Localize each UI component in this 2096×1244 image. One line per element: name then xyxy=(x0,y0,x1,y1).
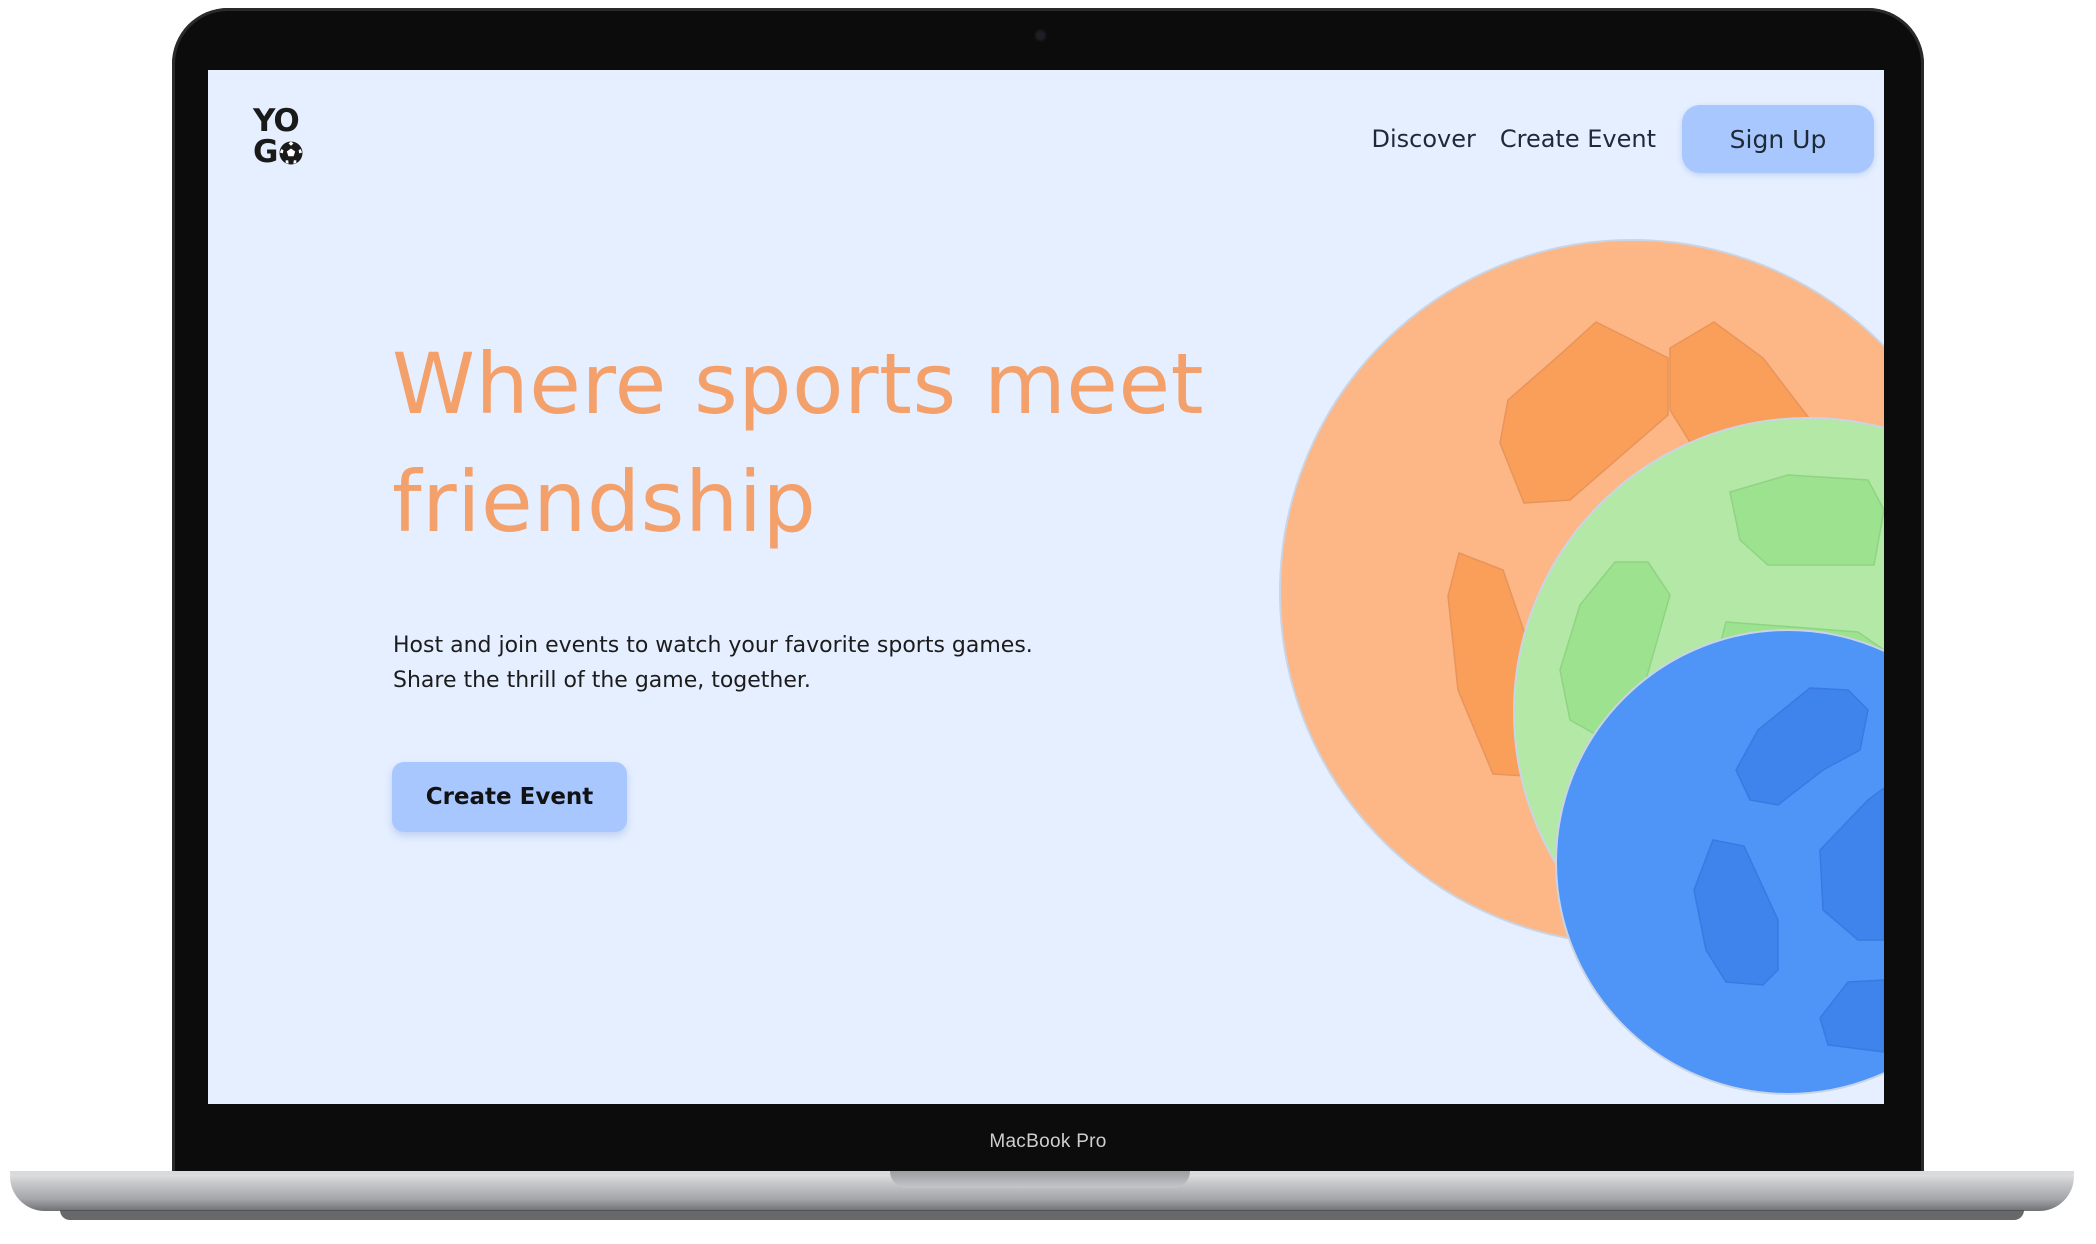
device-model-label: MacBook Pro xyxy=(989,1131,1107,1152)
website-screen: YO G Discover Create Event Sign Up Where… xyxy=(208,70,1884,1104)
laptop-mockup: YO G Discover Create Event Sign Up Where… xyxy=(0,0,2096,1244)
soccer-balls-illustration xyxy=(1279,239,1884,1095)
webcam xyxy=(1036,31,1045,40)
laptop-hinge-notch xyxy=(890,1171,1190,1188)
laptop-base-shadow xyxy=(60,1210,2024,1220)
